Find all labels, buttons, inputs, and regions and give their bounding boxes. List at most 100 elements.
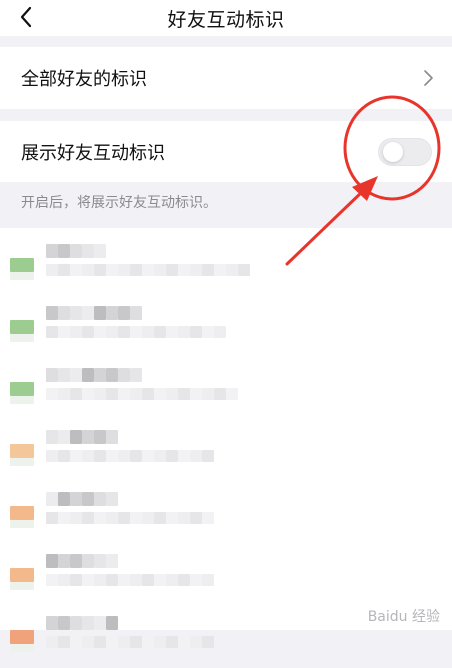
friend-subtitle-pixel bbox=[58, 326, 70, 338]
friend-subtitle-pixel bbox=[106, 388, 118, 400]
friend-subtitle-pixel bbox=[94, 636, 106, 648]
friend-subtitle-pixel bbox=[202, 264, 214, 276]
friend-name-pixel bbox=[94, 554, 106, 568]
avatar-fragment bbox=[10, 582, 34, 590]
friend-subtitle-pixel bbox=[214, 264, 226, 276]
friend-subtitle-pixel bbox=[154, 574, 166, 586]
show-badges-label: 展示好友互动标识 bbox=[21, 142, 165, 164]
friend-subtitle-pixel bbox=[142, 574, 154, 586]
friend-name-pixel bbox=[118, 368, 130, 382]
friend-subtitle-pixel bbox=[190, 326, 202, 338]
friend-name-pixel bbox=[106, 492, 118, 506]
friend-subtitle-pixel bbox=[82, 388, 94, 400]
friend-name-pixel bbox=[70, 616, 82, 630]
friend-subtitle-pixel bbox=[46, 512, 58, 524]
avatar-fragment bbox=[10, 520, 34, 528]
friend-subtitle-pixel bbox=[166, 264, 178, 276]
friend-subtitle-pixel bbox=[190, 264, 202, 276]
friend-name-pixel bbox=[106, 306, 118, 320]
friend-name-pixel bbox=[70, 306, 82, 320]
friend-subtitle-pixel bbox=[166, 574, 178, 586]
chevron-right-icon bbox=[424, 70, 433, 86]
friend-name-pixel bbox=[70, 492, 82, 506]
friend-subtitle-pixel bbox=[118, 636, 130, 648]
friend-subtitle-pixel bbox=[70, 388, 82, 400]
friend-name-pixel bbox=[130, 368, 142, 382]
friend-name-pixel bbox=[70, 554, 82, 568]
friend-name-pixel bbox=[46, 306, 58, 320]
friend-name-pixel bbox=[106, 616, 118, 630]
friend-subtitle-pixel bbox=[190, 636, 202, 648]
friend-name-pixel bbox=[70, 244, 82, 258]
friend-subtitle-pixel bbox=[106, 574, 118, 586]
friend-name-pixel bbox=[58, 368, 70, 382]
friend-subtitle-pixel bbox=[106, 326, 118, 338]
friend-subtitle-pixel bbox=[166, 326, 178, 338]
friend-name-pixel bbox=[70, 430, 82, 444]
friend-subtitle-pixel bbox=[130, 326, 142, 338]
friend-row[interactable] bbox=[0, 234, 452, 296]
friend-subtitle-pixel bbox=[190, 450, 202, 462]
friend-name-pixel bbox=[46, 554, 58, 568]
all-friends-badges-label: 全部好友的标识 bbox=[21, 69, 147, 90]
friend-subtitle-pixel bbox=[46, 574, 58, 586]
friend-subtitle-pixel bbox=[70, 450, 82, 462]
friend-subtitle-pixel bbox=[94, 512, 106, 524]
friend-subtitle-pixel bbox=[166, 512, 178, 524]
friend-row[interactable] bbox=[0, 420, 452, 482]
friend-name-pixel bbox=[106, 430, 118, 444]
friend-subtitle-pixel bbox=[94, 450, 106, 462]
friend-row[interactable] bbox=[0, 482, 452, 544]
all-friends-badges-row[interactable]: 全部好友的标识 bbox=[0, 47, 452, 109]
friend-subtitle-pixel bbox=[118, 512, 130, 524]
friend-name-pixel bbox=[58, 554, 70, 568]
friend-name-pixel bbox=[46, 244, 58, 258]
friend-subtitle-pixel bbox=[202, 574, 214, 586]
friend-subtitle-pixel bbox=[70, 574, 82, 586]
friend-row[interactable] bbox=[0, 544, 452, 606]
friend-subtitle-pixel bbox=[46, 264, 58, 276]
friend-subtitle-pixel bbox=[130, 636, 142, 648]
friend-name-pixel bbox=[58, 306, 70, 320]
friend-subtitle-pixel bbox=[46, 450, 58, 462]
friend-subtitle-pixel bbox=[142, 636, 154, 648]
friend-row[interactable] bbox=[0, 358, 452, 420]
friend-name-pixel bbox=[58, 616, 70, 630]
friend-name-pixel bbox=[58, 492, 70, 506]
toggle-knob bbox=[383, 142, 403, 162]
friend-name-pixel bbox=[94, 244, 106, 258]
friend-subtitle-pixel bbox=[166, 450, 178, 462]
friend-subtitle-pixel bbox=[130, 574, 142, 586]
friend-name-pixel bbox=[46, 492, 58, 506]
friend-subtitle-pixel bbox=[154, 636, 166, 648]
friend-subtitle-pixel bbox=[70, 326, 82, 338]
friend-subtitle-pixel bbox=[106, 636, 118, 648]
friend-subtitle-pixel bbox=[94, 264, 106, 276]
avatar-fragment bbox=[10, 396, 34, 404]
avatar bbox=[10, 382, 34, 396]
friend-name-pixel bbox=[82, 430, 94, 444]
friend-subtitle-pixel bbox=[142, 512, 154, 524]
friend-subtitle-pixel bbox=[118, 450, 130, 462]
friend-subtitle-pixel bbox=[178, 264, 190, 276]
friend-name-pixel bbox=[118, 306, 130, 320]
friend-name-pixel bbox=[94, 306, 106, 320]
friend-name-pixel bbox=[82, 492, 94, 506]
friend-subtitle-pixel bbox=[202, 388, 214, 400]
friend-subtitle-pixel bbox=[94, 574, 106, 586]
friend-subtitle-pixel bbox=[142, 264, 154, 276]
avatar bbox=[10, 568, 34, 582]
page-title: 好友互动标识 bbox=[167, 9, 285, 31]
friend-row[interactable] bbox=[0, 296, 452, 358]
friend-name-pixel bbox=[94, 430, 106, 444]
friend-subtitle-pixel bbox=[82, 574, 94, 586]
friend-subtitle-pixel bbox=[238, 264, 250, 276]
friend-subtitle-pixel bbox=[118, 326, 130, 338]
avatar-fragment bbox=[10, 272, 34, 280]
friend-name-pixel bbox=[46, 430, 58, 444]
friend-subtitle-pixel bbox=[130, 264, 142, 276]
friend-name-pixel bbox=[94, 368, 106, 382]
friend-subtitle-pixel bbox=[58, 512, 70, 524]
show-badges-toggle[interactable] bbox=[378, 138, 432, 166]
friend-name-pixel bbox=[46, 616, 58, 630]
